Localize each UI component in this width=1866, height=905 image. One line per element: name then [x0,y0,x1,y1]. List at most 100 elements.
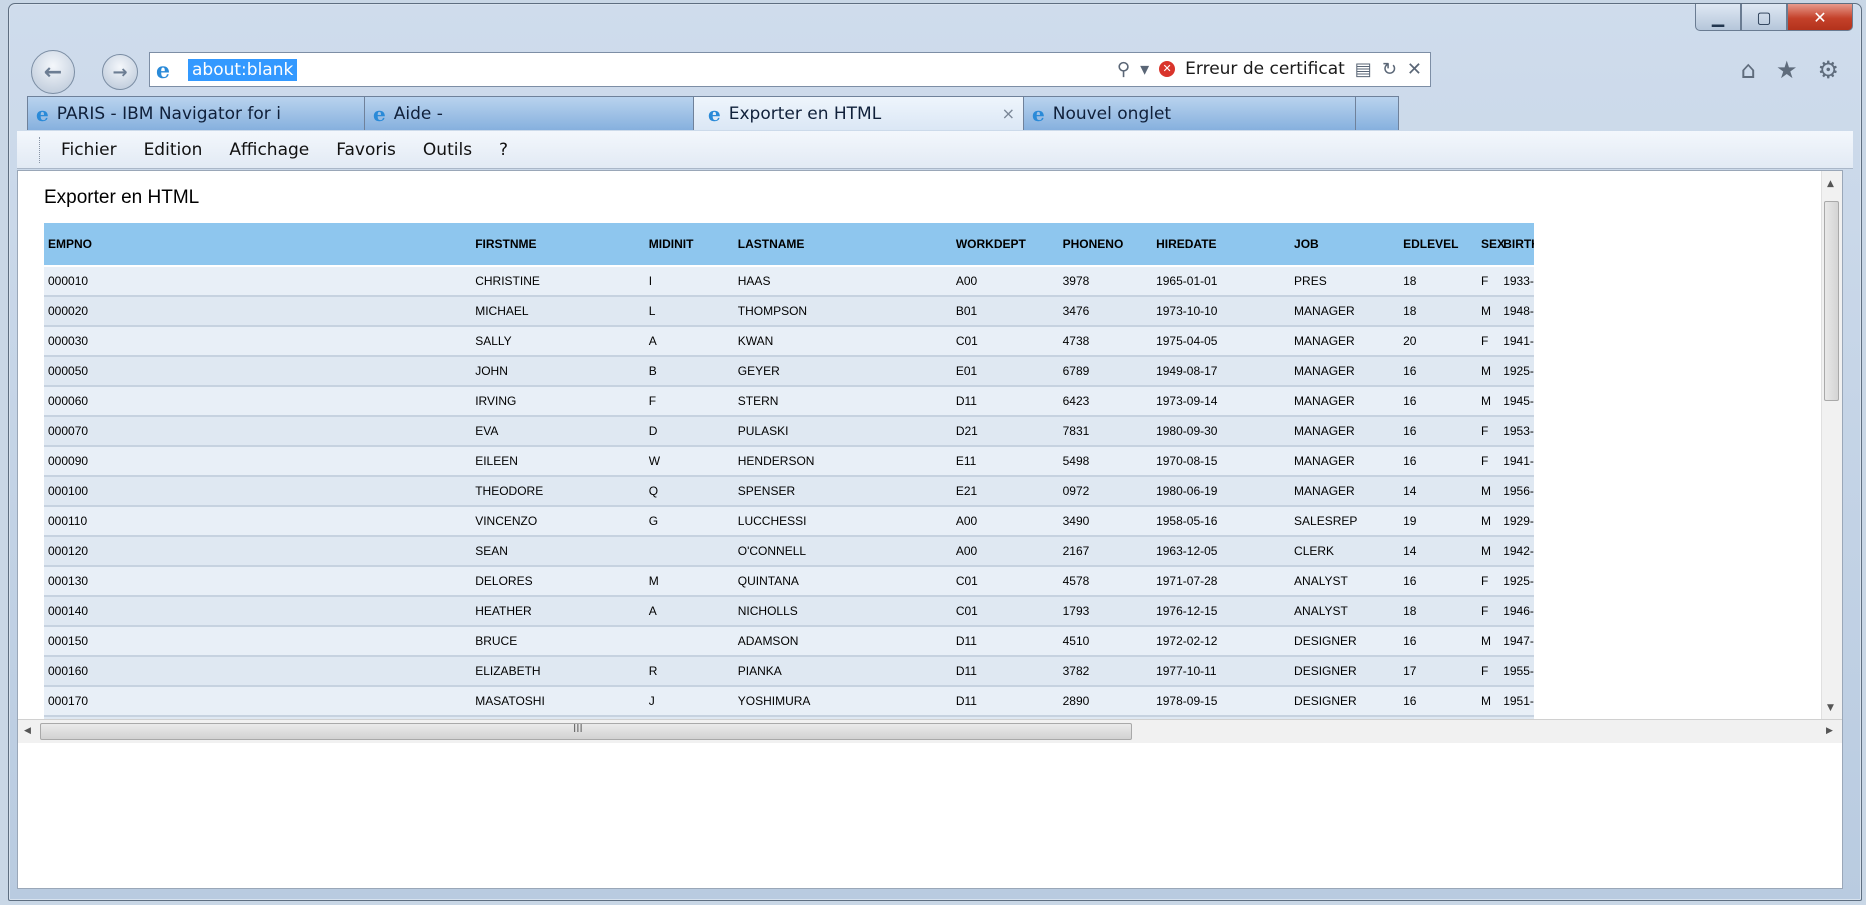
column-header-hiredate: HIREDATE [1152,223,1291,267]
table-cell-job: ANALYST [1290,565,1400,596]
table-cell-edlevel: 16 [1399,565,1477,596]
table-cell-sex: M [1476,355,1500,386]
page-title: Exporter en HTML [44,187,200,208]
menu-outils[interactable]: Outils [423,140,472,160]
menu-favoris[interactable]: Favoris [336,140,396,160]
table-cell-job: MANAGER [1290,415,1400,446]
table-cell-hiredate: 1970-08-15 [1152,445,1291,476]
table-cell-sex: F [1476,595,1500,626]
table-cell-midinit: G [644,505,734,536]
maximize-button[interactable]: ▢ [1741,4,1787,31]
table-cell-empno: 000060 [44,385,472,416]
minimize-button[interactable]: ▁ [1695,4,1741,31]
favorites-star-icon[interactable]: ★ [1776,56,1798,84]
tab-nouvel-onglet[interactable]: e Nouvel onglet [1023,96,1356,130]
table-cell-lastname: SPENSER [733,475,952,506]
table-cell-job: CLERK [1290,535,1400,566]
table-cell-midinit: A [644,595,734,626]
new-tab-button[interactable] [1355,96,1399,130]
table-cell-phoneno: 6423 [1058,385,1153,416]
table-cell-midinit: D [644,415,734,446]
table-cell-hiredate: 1958-05-16 [1152,505,1291,536]
table-cell-firstnme: HEATHER [471,595,645,626]
table-cell-firstnme: SALLY [471,325,645,356]
horizontal-scroll-thumb[interactable] [40,723,1132,740]
table-cell-birthdate: 1933-08-24 [1499,265,1534,296]
scroll-left-arrow-icon[interactable]: ◀ [24,726,31,736]
dropdown-arrow-icon[interactable]: ▾ [1140,59,1149,80]
table-cell-workdept: A00 [951,265,1059,296]
table-cell-midinit [644,535,734,566]
table-cell-sex: M [1476,385,1500,416]
stop-icon[interactable]: ✕ [1407,59,1422,80]
certificate-error-icon[interactable]: ✕ [1159,61,1176,77]
vertical-scrollbar[interactable]: ▲ ▼ [1821,171,1842,719]
column-header-midinit: MIDINIT [644,223,734,267]
refresh-icon[interactable]: ↻ [1382,59,1397,80]
close-window-button[interactable]: ✕ [1787,4,1853,31]
status-area [18,743,1842,888]
table-cell-lastname: O'CONNELL [733,535,952,566]
menu-affichage[interactable]: Affichage [229,140,309,160]
tools-gear-icon[interactable]: ⚙ [1817,56,1839,84]
tab-exporter-html[interactable]: e Exporter en HTML × [693,96,1024,130]
certificate-error-label[interactable]: Erreur de certificat [1185,59,1345,79]
table-cell-firstnme: ELIZABETH [471,655,645,686]
table-cell-empno: 000090 [44,445,472,476]
table-cell-empno: 000110 [44,505,472,536]
scroll-up-arrow-icon[interactable]: ▲ [1827,179,1834,189]
table-cell-empno: 000020 [44,295,472,326]
column-header-empno: EMPNO [44,223,472,267]
table-cell-hiredate: 1973-09-14 [1152,385,1291,416]
table-cell-workdept: D11 [951,685,1059,716]
table-cell-hiredate: 1973-10-10 [1152,295,1291,326]
table-cell-lastname: NICHOLLS [733,595,952,626]
ie-tab-icon: e [708,101,721,126]
table-row: 000160 ELIZABETH R PIANKA D11 3782 1977-10-11 D… [44,655,1534,686]
column-header-birthdate: BIRTHDATE [1499,223,1534,267]
home-icon[interactable]: ⌂ [1741,56,1756,84]
column-header-phoneno: PHONENO [1058,223,1153,267]
table-cell-lastname: KWAN [733,325,952,356]
table-cell-birthdate: 1948-02-02 [1499,295,1534,326]
column-header-sex: SEX [1476,223,1505,267]
table-cell-workdept: D11 [951,625,1059,656]
table-cell-phoneno: 0972 [1058,475,1153,506]
column-header-lastname: LASTNAME [733,223,952,267]
table-cell-birthdate: 1942-10-18 [1499,535,1534,566]
vertical-scroll-thumb[interactable] [1824,201,1839,401]
table-cell-phoneno: 7831 [1058,415,1153,446]
scroll-down-arrow-icon[interactable]: ▼ [1827,703,1834,713]
table-cell-phoneno: 6789 [1058,355,1153,386]
search-icon[interactable]: ⚲ [1117,59,1130,80]
table-cell-workdept: D21 [951,415,1059,446]
table-row: 000060 IRVING F STERN D11 6423 1973-09-14 MANAG… [44,385,1534,416]
forward-button[interactable]: → [102,54,138,90]
compatibility-view-icon[interactable]: ▤ [1355,59,1372,80]
table-cell-workdept: E11 [951,445,1059,476]
table-row: 000120 SEAN O'CONNELL A00 2167 1963-12-05 CLER… [44,535,1534,566]
table-cell-workdept: A00 [951,535,1059,566]
table-cell-empno: 000070 [44,415,472,446]
menu-bar: Fichier Edition Affichage Favoris Outils… [17,131,1853,169]
table-cell-midinit: M [644,565,734,596]
scroll-right-arrow-icon[interactable]: ▶ [1826,726,1833,736]
table-cell-phoneno: 3490 [1058,505,1153,536]
table-cell-birthdate: 1951-01-05 [1499,685,1534,716]
table-cell-edlevel: 18 [1399,595,1477,626]
tab-ibm-navigator[interactable]: e PARIS - IBM Navigator for i [27,96,365,130]
tab-close-icon[interactable]: × [1002,104,1015,123]
table-row: 000070 EVA D PULASKI D21 7831 1980-09-30 MANAGE… [44,415,1534,446]
back-button[interactable]: ← [31,50,75,94]
menu-help[interactable]: ? [499,140,508,160]
table-cell-midinit: I [644,265,734,296]
tab-aide[interactable]: e Aide - [364,96,694,130]
menu-fichier[interactable]: Fichier [61,140,117,160]
horizontal-scrollbar[interactable]: ◀ III ▶ [18,719,1842,744]
page-content: Exporter en HTML EMPNO FIRSTNME MIDINIT LAS… [17,170,1843,889]
address-bar[interactable]: e about:blank ⚲ ▾ ✕ Erreur de certificat… [149,52,1431,87]
address-url[interactable]: about:blank [188,59,298,81]
table-cell-firstnme: EILEEN [471,445,645,476]
menu-edition[interactable]: Edition [144,140,203,160]
table-cell-birthdate: 1947-05-17 [1499,625,1534,656]
